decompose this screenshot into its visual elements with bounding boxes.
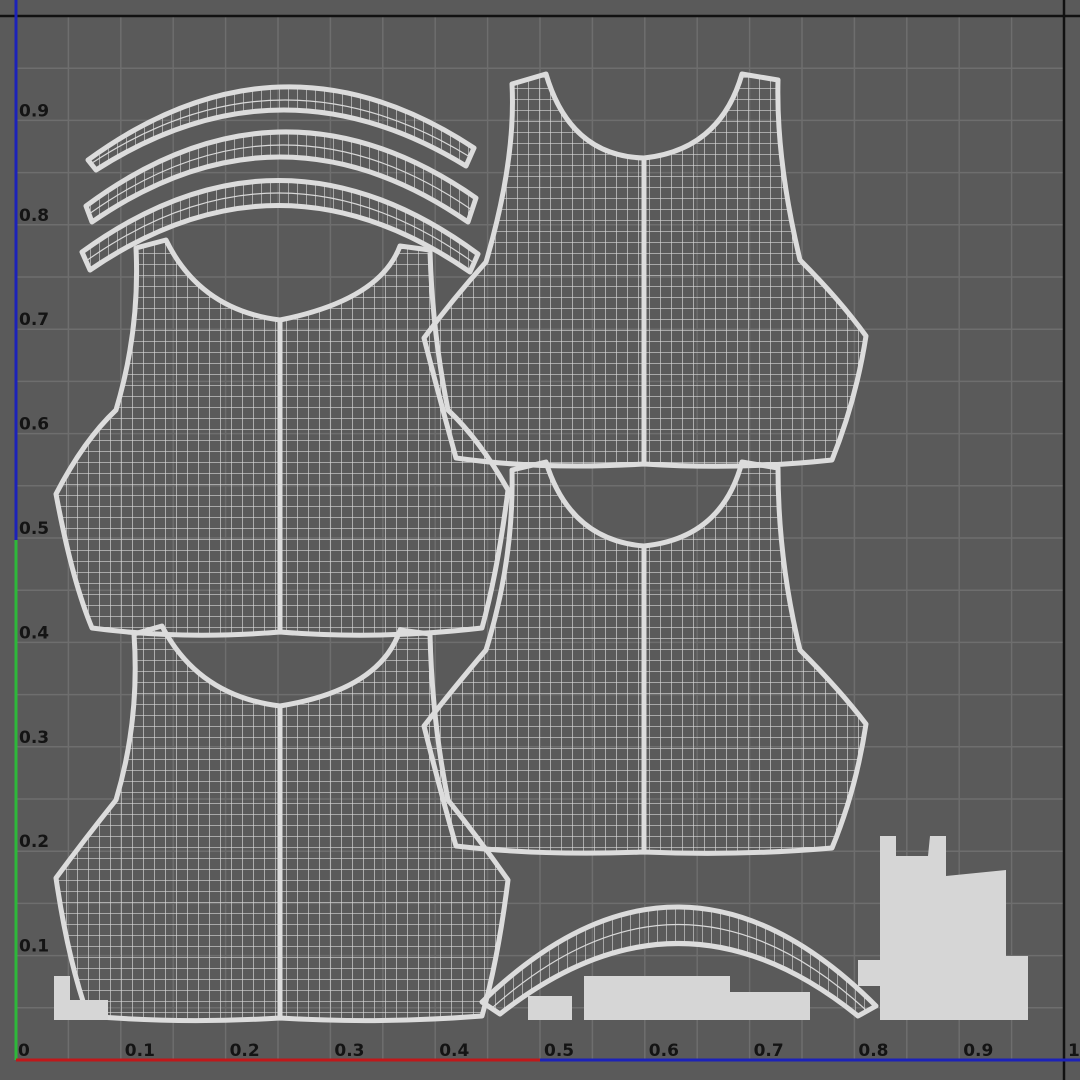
v-tick-label: 0.8 xyxy=(19,206,49,226)
u-tick-label: 0.9 xyxy=(963,1041,993,1061)
u-tick-label: 0.8 xyxy=(858,1041,888,1061)
u-tick-label: 0.7 xyxy=(754,1041,784,1061)
v-tick-label: 0.4 xyxy=(19,623,49,643)
v-tick-label: 0.6 xyxy=(19,415,49,435)
v-tick-label: 0.9 xyxy=(19,101,49,121)
v-tick-label: 0.1 xyxy=(19,937,49,957)
u-tick-label: 0.5 xyxy=(544,1041,574,1061)
v-tick-label: 0.5 xyxy=(19,519,49,539)
u-tick-label: 1 xyxy=(1068,1041,1080,1061)
u-tick-label: 0 xyxy=(18,1041,30,1061)
v-tick-label: 0.2 xyxy=(19,832,49,852)
u-tick-label: 0.6 xyxy=(649,1041,679,1061)
uv-editor-viewport[interactable]: 0 0.1 0.2 0.3 0.4 0.5 0.6 0.7 0.8 0.9 1 0.1 0.2 0.3 0… xyxy=(0,0,1080,1080)
u-tick-label: 0.4 xyxy=(439,1041,469,1061)
u-tick-label: 0.2 xyxy=(230,1041,260,1061)
u-tick-label: 0.1 xyxy=(125,1041,155,1061)
v-tick-label: 0.3 xyxy=(19,728,49,748)
v-tick-label: 0.7 xyxy=(19,310,49,330)
u-tick-label: 0.3 xyxy=(334,1041,364,1061)
